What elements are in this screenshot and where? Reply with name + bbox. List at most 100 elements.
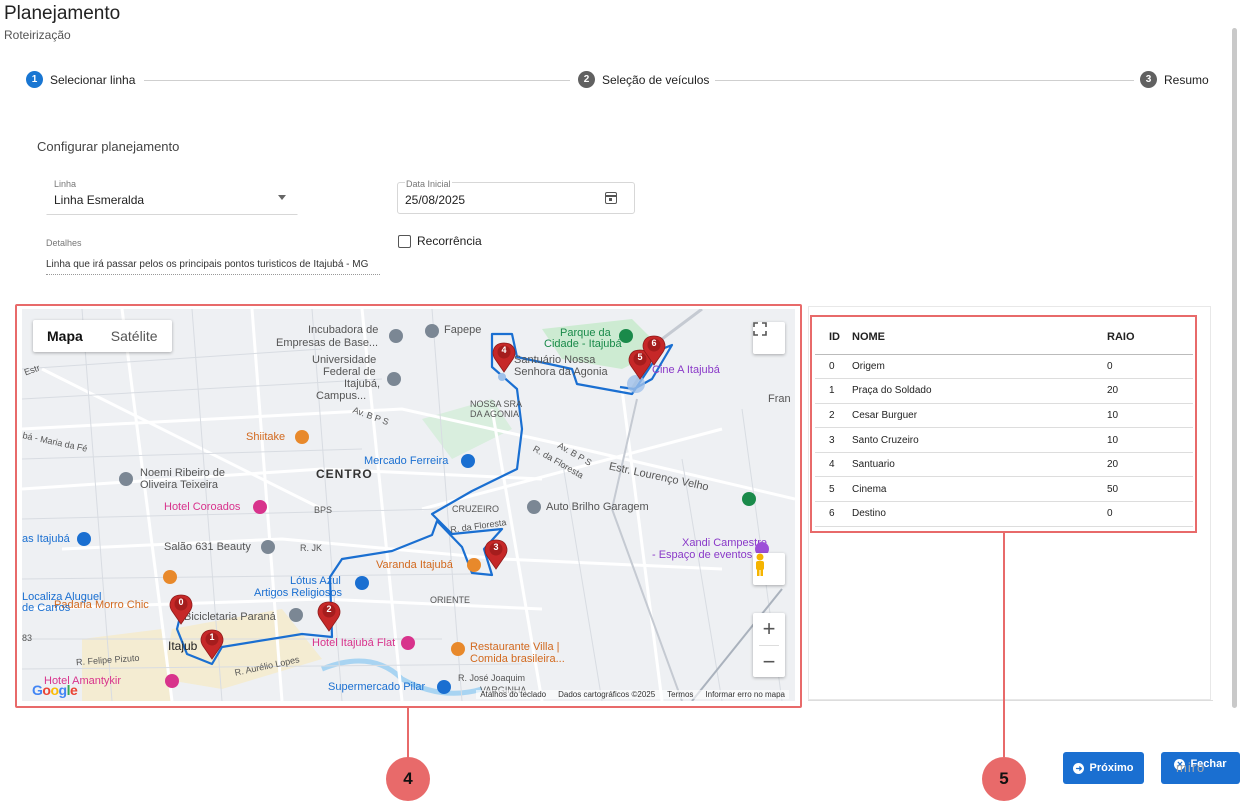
map-label: CRUZEIRO: [452, 504, 499, 514]
map-label: Incubadora de: [308, 324, 379, 336]
cell-id: 5: [815, 476, 852, 503]
map-label: as Itajubá: [22, 533, 70, 545]
cell-raio: 20: [1107, 452, 1193, 478]
divider: [808, 700, 1213, 701]
data-inicial-field[interactable]: Data Inicial 25/08/2025: [397, 177, 635, 215]
map-label: Cidade - Itajubá: [544, 338, 622, 350]
street-view-button[interactable]: [753, 553, 785, 585]
route-marker-2[interactable]: 2: [317, 601, 341, 633]
cell-raio: 20: [1107, 378, 1193, 404]
arrow-right-icon: ➜: [1073, 762, 1085, 774]
cell-raio: 10: [1107, 403, 1193, 429]
route-marker-6[interactable]: 6: [642, 335, 666, 367]
table-row[interactable]: 5 Cinema 50: [815, 476, 1193, 503]
map-label: Universidade: [312, 354, 377, 366]
col-header-name[interactable]: NOME: [852, 320, 1107, 355]
map-label: DA AGONIA: [470, 409, 520, 419]
map-label: Salão 631 Beauty: [164, 541, 251, 553]
step-number: 3: [1140, 71, 1157, 88]
calendar-icon[interactable]: [605, 192, 617, 204]
map-label: Auto Brilho Garagem: [546, 501, 649, 513]
col-header-raio[interactable]: RAIO: [1107, 320, 1193, 355]
points-table: ID NOME RAIO 0 Origem 0 1 Praça do Soldado 20…: [815, 320, 1193, 527]
terms-link[interactable]: Termos: [667, 690, 693, 699]
recorrencia-checkbox[interactable]: Recorrência: [398, 234, 482, 248]
route-map[interactable]: Incubadora de Empresas de Base... Fapepe…: [22, 309, 795, 701]
map-type-map-button[interactable]: Mapa: [33, 320, 97, 352]
map-label: Supermercado Pilar: [328, 681, 426, 693]
section-title: Configurar planejamento: [37, 139, 180, 154]
table-row[interactable]: 4 Santuario 20: [815, 452, 1193, 478]
chevron-down-icon: [278, 195, 286, 200]
watermark: miro: [1176, 760, 1206, 775]
next-button-label: Próximo: [1089, 762, 1134, 774]
cell-id: 4: [815, 452, 852, 478]
map-label: Comida brasileira...: [470, 653, 565, 665]
keyboard-shortcuts-link[interactable]: Atalhos do teclado: [480, 690, 546, 699]
report-error-link[interactable]: Informar erro no mapa: [705, 690, 785, 699]
map-label: Xandi Campestre: [682, 537, 767, 549]
map-label: ORIENTE: [430, 595, 471, 605]
map-label: Oliveira Teixeira: [140, 479, 219, 491]
fullscreen-button[interactable]: [753, 322, 785, 354]
map-label: Empresas de Base...: [276, 337, 379, 349]
route-marker-0[interactable]: 0: [169, 594, 193, 626]
table-row[interactable]: 1 Praça do Soldado 20: [815, 378, 1193, 404]
cell-name: Origem: [852, 354, 1107, 380]
map-label: Lótus Azul: [290, 575, 341, 587]
callout-connector: [407, 708, 409, 760]
map-label: Fapepe: [444, 324, 482, 336]
cell-name: Cesar Burguer: [852, 403, 1107, 429]
step-label: Resumo: [1164, 72, 1209, 87]
route-marker-4[interactable]: 4: [492, 342, 516, 374]
zoom-controls: + −: [753, 613, 785, 677]
data-inicial-value: 25/08/2025: [405, 193, 466, 207]
cell-name: Destino: [852, 501, 1107, 527]
map-data-text: Dados cartográficos ©2025: [558, 690, 656, 699]
map-label: Federal de: [323, 366, 376, 378]
map-label: Mercado Ferreira: [364, 455, 449, 467]
detalhes-value[interactable]: Linha que irá passar pelos os principais…: [46, 259, 380, 275]
pegman-icon: [756, 553, 764, 576]
cell-raio: 0: [1107, 501, 1193, 527]
step-selecao-veiculos[interactable]: 2 Seleção de veículos: [572, 71, 716, 88]
map-label: Restaurante Villa |: [470, 641, 560, 653]
table-row[interactable]: 6 Destino 0: [815, 501, 1193, 527]
col-header-id[interactable]: ID: [815, 320, 852, 355]
cell-id: 6: [815, 501, 852, 527]
cell-id: 1: [815, 378, 852, 404]
cell-id: 0: [815, 354, 852, 380]
table-row[interactable]: 3 Santo Cruzeiro 10: [815, 427, 1193, 453]
map-label: de Carros: [22, 602, 71, 614]
vertical-scrollbar[interactable]: [1232, 28, 1237, 708]
step-number: 2: [578, 71, 595, 88]
table-header-row: ID NOME RAIO: [815, 320, 1193, 355]
stepper-connector: [712, 80, 1137, 81]
step-label: Selecionar linha: [50, 72, 136, 87]
linha-label: Linha: [54, 179, 77, 189]
zoom-in-button[interactable]: +: [763, 613, 776, 645]
callout-connector: [1003, 533, 1005, 757]
map-label: R. JK: [300, 543, 323, 553]
table-row[interactable]: 2 Cesar Burguer 10: [815, 403, 1193, 429]
route-marker-3[interactable]: 3: [484, 539, 508, 571]
checkbox-icon[interactable]: [398, 234, 411, 248]
cell-name: Praça do Soldado: [852, 378, 1107, 404]
next-button[interactable]: ➜ Próximo: [1063, 752, 1144, 784]
map-label: Itajub: [168, 639, 198, 653]
map-type-toggle[interactable]: Mapa Satélite: [33, 320, 172, 352]
map-label: Senhora da Agonia: [514, 366, 608, 378]
map-type-satellite-button[interactable]: Satélite: [97, 320, 172, 352]
step-number: 1: [26, 71, 43, 88]
linha-select[interactable]: Linha Linha Esmeralda: [46, 177, 298, 215]
step-selecionar-linha[interactable]: 1 Selecionar linha: [26, 71, 142, 88]
map-label: Fran: [768, 393, 791, 405]
page: Planejamento Roteirização 1 Selecionar l…: [0, 0, 1243, 803]
zoom-out-button[interactable]: −: [763, 646, 776, 677]
page-subtitle: Roteirização: [4, 28, 71, 42]
map-label: Hotel Coroados: [164, 501, 241, 513]
map-label: NOSSA SRA: [470, 399, 523, 409]
step-resumo[interactable]: 3 Resumo: [1134, 71, 1209, 88]
table-row[interactable]: 0 Origem 0: [815, 354, 1193, 380]
route-marker-1[interactable]: 1: [200, 629, 224, 661]
